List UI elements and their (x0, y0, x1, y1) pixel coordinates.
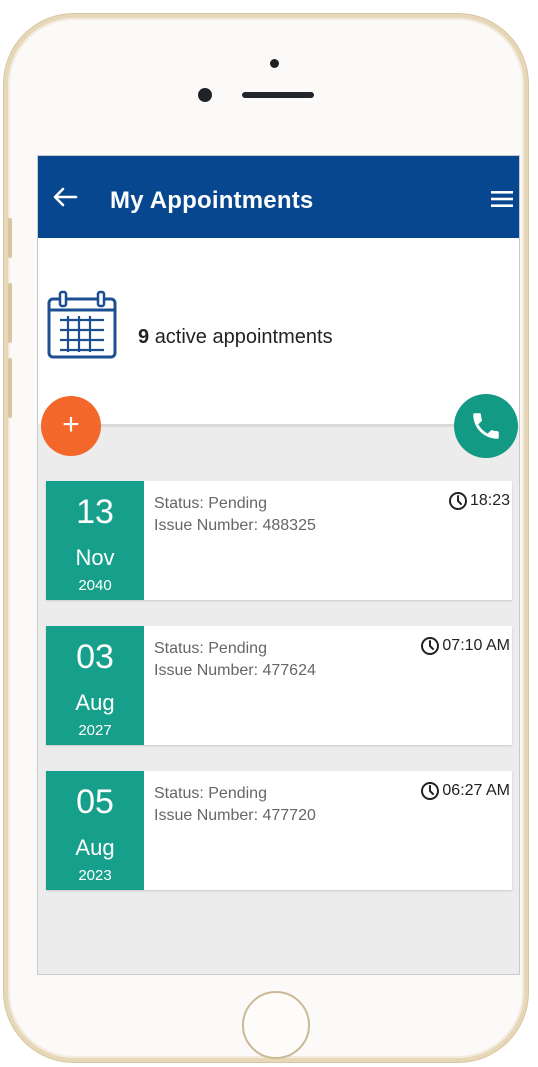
appointment-card[interactable]: 03 Aug 2027 Status: Pending Issue Number… (46, 626, 512, 745)
active-appointments-count: 9 active appointments (138, 326, 333, 349)
time-value: 06:27 AM (442, 782, 510, 799)
date-block: 05 Aug 2023 (46, 771, 144, 890)
date-month: Aug (75, 835, 115, 860)
app-bar: My Appointments (38, 156, 519, 238)
page-title: My Appointments (110, 187, 314, 214)
date-day: 05 (76, 783, 114, 821)
date-year: 2023 (78, 867, 112, 884)
appointment-time: 06:27 AM (420, 781, 510, 801)
appointment-time: 18:23 (448, 491, 510, 511)
appointment-card[interactable]: 13 Nov 2040 Status: Pending Issue Number… (46, 481, 512, 600)
appointment-status: Status: Pending (154, 640, 267, 657)
volume-down-button (8, 358, 12, 418)
date-day: 03 (76, 638, 114, 676)
appointment-status: Status: Pending (154, 785, 267, 802)
volume-up-button (8, 283, 12, 343)
appointment-status: Status: Pending (154, 495, 267, 512)
appointment-card[interactable]: 05 Aug 2023 Status: Pending Issue Number… (46, 771, 512, 890)
proximity-sensor (198, 88, 212, 102)
call-button[interactable] (454, 394, 518, 458)
issue-number: Issue Number: 477720 (154, 807, 316, 824)
issue-number: Issue Number: 488325 (154, 517, 316, 534)
date-year: 2027 (78, 722, 112, 739)
earpiece-speaker (242, 92, 314, 98)
date-year: 2040 (78, 577, 112, 594)
date-month: Nov (75, 545, 115, 570)
calendar-icon (47, 290, 117, 359)
phone-icon (473, 413, 499, 439)
app-screen: My Appointments 9 active appointments + … (37, 155, 520, 975)
home-button[interactable] (242, 991, 310, 1059)
clock-icon (448, 492, 467, 510)
time-value: 18:23 (469, 492, 510, 509)
fab-divider (80, 424, 480, 427)
plus-icon: + (62, 408, 80, 441)
appointment-time: 07:10 AM (420, 636, 510, 656)
front-camera (270, 59, 279, 68)
hamburger-menu-icon[interactable] (490, 189, 514, 209)
mute-switch (8, 218, 12, 258)
appointments-summary: 9 active appointments (38, 238, 519, 424)
arrow-left-icon[interactable] (52, 186, 78, 208)
date-month: Aug (75, 690, 115, 715)
appointment-count-label: active appointments (154, 326, 333, 348)
date-day: 13 (76, 493, 114, 531)
appointment-count: 9 (138, 326, 150, 348)
issue-number: Issue Number: 477624 (154, 662, 316, 679)
phone-frame: My Appointments 9 active appointments + … (4, 14, 528, 1062)
add-appointment-button[interactable]: + (41, 396, 101, 456)
clock-icon (421, 782, 440, 800)
clock-icon (421, 637, 440, 655)
date-block: 13 Nov 2040 (46, 481, 144, 600)
time-value: 07:10 AM (442, 637, 510, 654)
date-block: 03 Aug 2027 (46, 626, 144, 745)
